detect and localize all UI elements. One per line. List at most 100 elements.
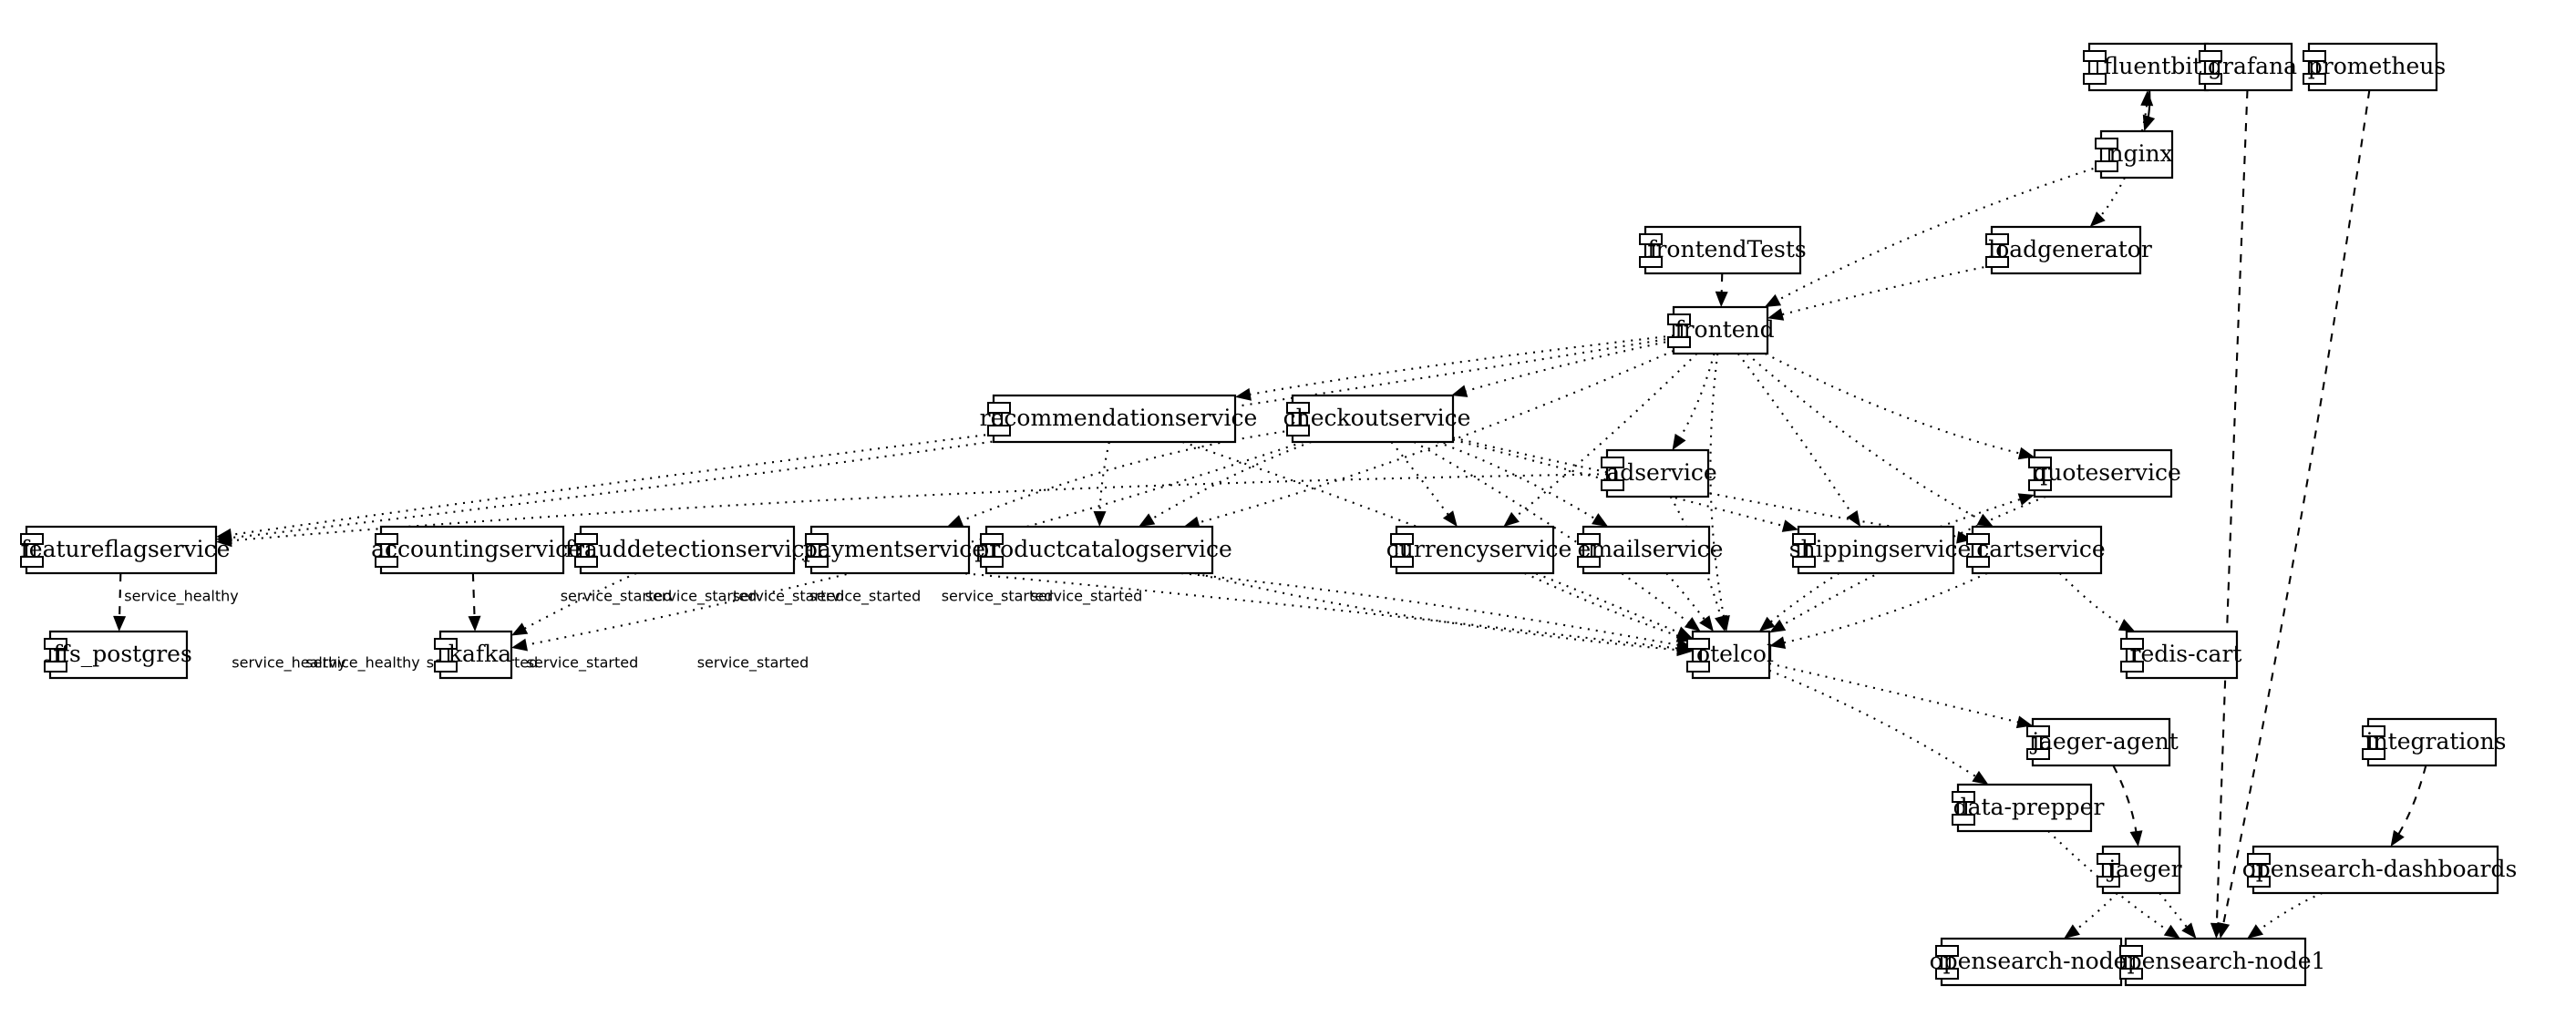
node-jaeger[interactable]: jaeger xyxy=(2097,845,2182,895)
node-label: frontend xyxy=(1674,316,1774,343)
node-label: ffs_postgres xyxy=(53,641,192,667)
node-label: featureflagservice xyxy=(21,536,231,562)
edge-frontend-to-quoteservice xyxy=(1764,353,2027,457)
node-accountingservice[interactable]: accountingservice xyxy=(371,525,582,575)
node-fluentbit[interactable]: fluentbit xyxy=(2083,42,2210,92)
node-currencyservice[interactable]: currencyservice xyxy=(1386,525,1572,575)
arrowhead-icon xyxy=(1781,519,1798,532)
node-label: currencyservice xyxy=(1386,536,1572,562)
edge-checkoutservice-to-currencyservice xyxy=(1390,441,1454,521)
node-kafka[interactable]: kafka xyxy=(434,630,513,680)
node-label: frauddetectionservice xyxy=(565,536,819,562)
arrowhead-icon xyxy=(1699,615,1714,632)
edge-nginx-to-loadgenerator xyxy=(2095,177,2126,222)
arrowhead-icon xyxy=(1235,387,1252,401)
node-label: quoteservice xyxy=(2033,459,2181,486)
node-checkoutservice[interactable]: checkoutservice xyxy=(1283,394,1471,444)
edge-otelcol-to-jaeger-agent xyxy=(1768,662,2025,725)
arrowhead-icon xyxy=(1846,509,1861,527)
edge-checkoutservice-to-emailservice xyxy=(1437,441,1602,524)
edge-recommendationservice-to-productcatalogservice xyxy=(1098,441,1110,519)
arrowhead-icon xyxy=(1684,617,1701,632)
edge-shippingservice-to-otelcol xyxy=(1765,572,1840,628)
node-label: checkoutservice xyxy=(1283,405,1471,431)
edge-prometheus-to-opensearch-node1 xyxy=(2221,89,2371,931)
edge-opensearch-dashboards-to-opensearch-node1 xyxy=(2252,892,2323,935)
node-productcatalogservice[interactable]: productcatalogservice xyxy=(974,525,1232,575)
arrowhead-icon xyxy=(1442,510,1458,527)
node-shippingservice[interactable]: shippingservice xyxy=(1789,525,1972,575)
edge-otelcol-to-data-prepper xyxy=(1768,669,1983,782)
node-label: otelcol xyxy=(1696,641,1774,667)
edge-label: service_started xyxy=(527,654,639,673)
component-port-icon-1 xyxy=(2083,50,2107,62)
node-grafana[interactable]: grafana xyxy=(2199,42,2297,92)
node-cartservice[interactable]: cartservice xyxy=(1966,525,2106,575)
edge-productcatalogservice-to-otelcol xyxy=(1194,571,1685,652)
node-loadgenerator[interactable]: loadgenerator xyxy=(1985,225,2152,275)
edge-cartservice-to-otelcol xyxy=(1777,572,1988,646)
node-opensearch-dashboards[interactable]: opensearch-dashboards xyxy=(2242,845,2518,895)
arrowhead-icon xyxy=(511,638,529,652)
node-recommendationservice[interactable]: recommendationservice xyxy=(980,394,1258,444)
edge-frontend-to-adservice xyxy=(1675,353,1716,444)
arrowhead-icon xyxy=(468,615,481,632)
node-label: jaeger-agent xyxy=(2029,728,2179,755)
node-otelcol[interactable]: otelcol xyxy=(1686,630,1774,680)
arrowhead-icon xyxy=(2117,619,2136,632)
node-opensearch-node2[interactable]: opensearch-node2 xyxy=(1930,937,2142,987)
node-adservice[interactable]: adservice xyxy=(1601,448,1717,498)
edge-frontend-to-shippingservice xyxy=(1736,353,1858,521)
node-featureflagservice[interactable]: featureflagservice xyxy=(20,525,231,575)
edge-jaeger-to-opensearch-node1 xyxy=(2159,892,2192,933)
edge-jaeger-to-opensearch-node2 xyxy=(2069,892,2118,935)
arrowhead-icon xyxy=(1976,513,1994,527)
node-label: prometheus xyxy=(2308,53,2446,79)
arrowhead-icon xyxy=(1592,513,1609,527)
node-label: integrations xyxy=(2366,728,2507,755)
edge-label: service_healthy xyxy=(305,654,419,673)
node-label: grafana xyxy=(2208,53,2297,79)
node-emailservice[interactable]: emailservice xyxy=(1577,525,1724,575)
node-label: fluentbit xyxy=(2104,53,2202,79)
arrowhead-icon xyxy=(1764,293,1782,307)
edge-recommendationservice-to-featureflagservice xyxy=(223,433,994,537)
node-prometheus[interactable]: prometheus xyxy=(2303,42,2446,92)
node-label: emailservice xyxy=(1578,536,1724,562)
node-frauddetectionservice[interactable]: frauddetectionservice xyxy=(565,525,819,575)
node-label: opensearch-dashboards xyxy=(2242,856,2518,882)
node-label: data-prepper xyxy=(1953,794,2105,820)
node-jaeger-agent[interactable]: jaeger-agent xyxy=(2026,717,2179,767)
edge-label: service_started xyxy=(697,654,809,673)
node-quoteservice[interactable]: quoteservice xyxy=(2028,448,2181,498)
node-nginx[interactable]: nginx xyxy=(2095,129,2174,180)
edge-integrations-to-opensearch-dashboards xyxy=(2394,765,2427,841)
dependency-graph-svg: service_healthyservice_healthyservice_he… xyxy=(20,42,2518,987)
node-label: jaeger xyxy=(2106,856,2181,882)
arrowhead-icon xyxy=(1972,770,1989,785)
node-label: redis-cart xyxy=(2130,641,2242,667)
node-opensearch-node1[interactable]: opensearch-node1 xyxy=(2114,937,2326,987)
node-data-prepper[interactable]: data-prepper xyxy=(1952,783,2105,833)
edge-labels-layer: service_healthyservice_healthyservice_he… xyxy=(43,588,1142,673)
node-label: opensearch-node1 xyxy=(2114,948,2326,974)
arrowhead-icon xyxy=(113,615,127,632)
edge-featureflagservice-to-ffs_postgres xyxy=(118,572,122,624)
node-paymentservice[interactable]: paymentservice xyxy=(803,525,985,575)
edge-frontend-to-cartservice xyxy=(1746,353,1987,524)
arrowhead-icon xyxy=(946,515,964,528)
node-frontend[interactable]: frontend xyxy=(1667,305,1775,355)
edge-frontend-to-otelcol xyxy=(1709,353,1726,624)
arrowhead-icon xyxy=(1503,511,1520,527)
arrowhead-icon xyxy=(2017,493,2035,506)
edge-label: service_healthy xyxy=(124,588,238,606)
node-redis-cart[interactable]: redis-cart xyxy=(2120,630,2242,680)
node-frontendTests[interactable]: frontendTests xyxy=(1639,225,1807,275)
edge-label: service_started xyxy=(1031,588,1143,606)
node-label: frontendTests xyxy=(1647,236,1807,262)
node-ffs_postgres[interactable]: ffs_postgres xyxy=(44,630,192,680)
node-label: shippingservice xyxy=(1789,536,1972,562)
node-label: recommendationservice xyxy=(980,405,1258,431)
nodes-layer: fluentbit grafana prometheus nginx frontendT… xyxy=(20,42,2518,987)
node-integrations[interactable]: integrations xyxy=(2362,717,2507,767)
